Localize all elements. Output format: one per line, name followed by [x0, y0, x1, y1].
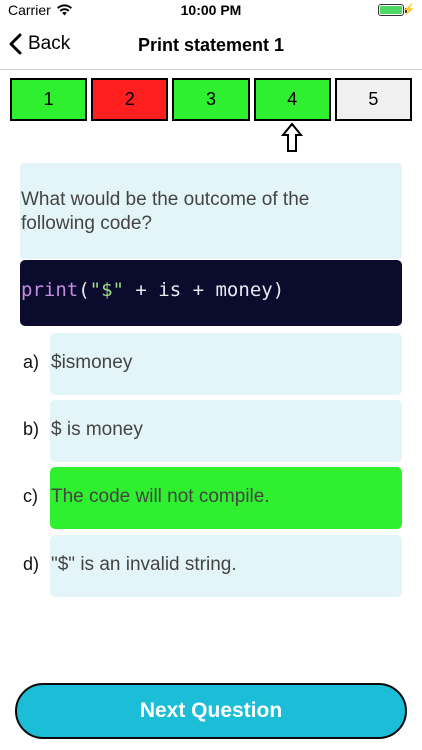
question-box-3[interactable]: 3 [172, 78, 250, 121]
answer-letter: d) [23, 554, 40, 574]
up-arrow-icon [281, 122, 303, 152]
answer-letter: b) [23, 419, 40, 439]
answer-text: The code will not compile. [51, 486, 270, 507]
battery-icon [378, 4, 404, 16]
question-box-4[interactable]: 4 [253, 78, 331, 121]
answer-text: $ismoney [51, 352, 133, 373]
question-number: 2 [124, 89, 135, 109]
page-title: Print statement 1 [137, 35, 285, 55]
answer-option-c[interactable]: c) The code will not compile. [20, 467, 402, 529]
answer-card[interactable]: $ismoney [50, 333, 402, 395]
charging-bolt-icon: ⚡ [402, 4, 416, 16]
answer-text: $ is money [51, 419, 143, 440]
question-box-5[interactable]: 5 [334, 78, 413, 121]
next-question-label: Next Question [139, 699, 283, 722]
navigation-bar: Back Print statement 1 [0, 22, 422, 70]
answer-card[interactable]: "$" is an invalid string. [50, 535, 402, 597]
question-number: 3 [206, 89, 217, 109]
answer-option-a[interactable]: a) $ismoney [20, 333, 402, 395]
status-bar: Carrier 10:00 PM ⚡ [0, 0, 422, 22]
answer-card[interactable]: The code will not compile. [50, 467, 402, 529]
answer-option-d[interactable]: d) "$" is an invalid string. [20, 535, 402, 597]
answer-letter: c) [23, 486, 38, 506]
next-question-button[interactable]: Next Question [15, 683, 407, 739]
question-number: 5 [368, 89, 379, 109]
code-line: print("$" + is + money) [21, 279, 284, 301]
answer-option-b[interactable]: b) $ is money [20, 400, 402, 462]
answer-text: "$" is an invalid string. [51, 554, 237, 575]
question-card: What would be the outcome of the followi… [20, 163, 402, 259]
battery-level-fill [380, 6, 402, 14]
answer-letter: a) [23, 352, 40, 372]
code-snippet: print("$" + is + money) [20, 260, 402, 326]
code-string-literal: "$" [89, 279, 124, 301]
question-progress-bar: 1 2 3 4 5 [10, 78, 413, 121]
answer-card[interactable]: $ is money [50, 400, 402, 462]
code-open-paren: ( [78, 279, 90, 301]
question-text: What would be the outcome of the followi… [21, 189, 310, 234]
question-number: 4 [287, 89, 298, 109]
question-number: 1 [43, 89, 54, 109]
code-rest: + is + money) [123, 279, 285, 301]
question-box-2[interactable]: 2 [91, 78, 169, 121]
status-time: 10:00 PM [180, 2, 242, 18]
question-box-1[interactable]: 1 [10, 78, 88, 121]
code-function-name: print [21, 279, 79, 301]
